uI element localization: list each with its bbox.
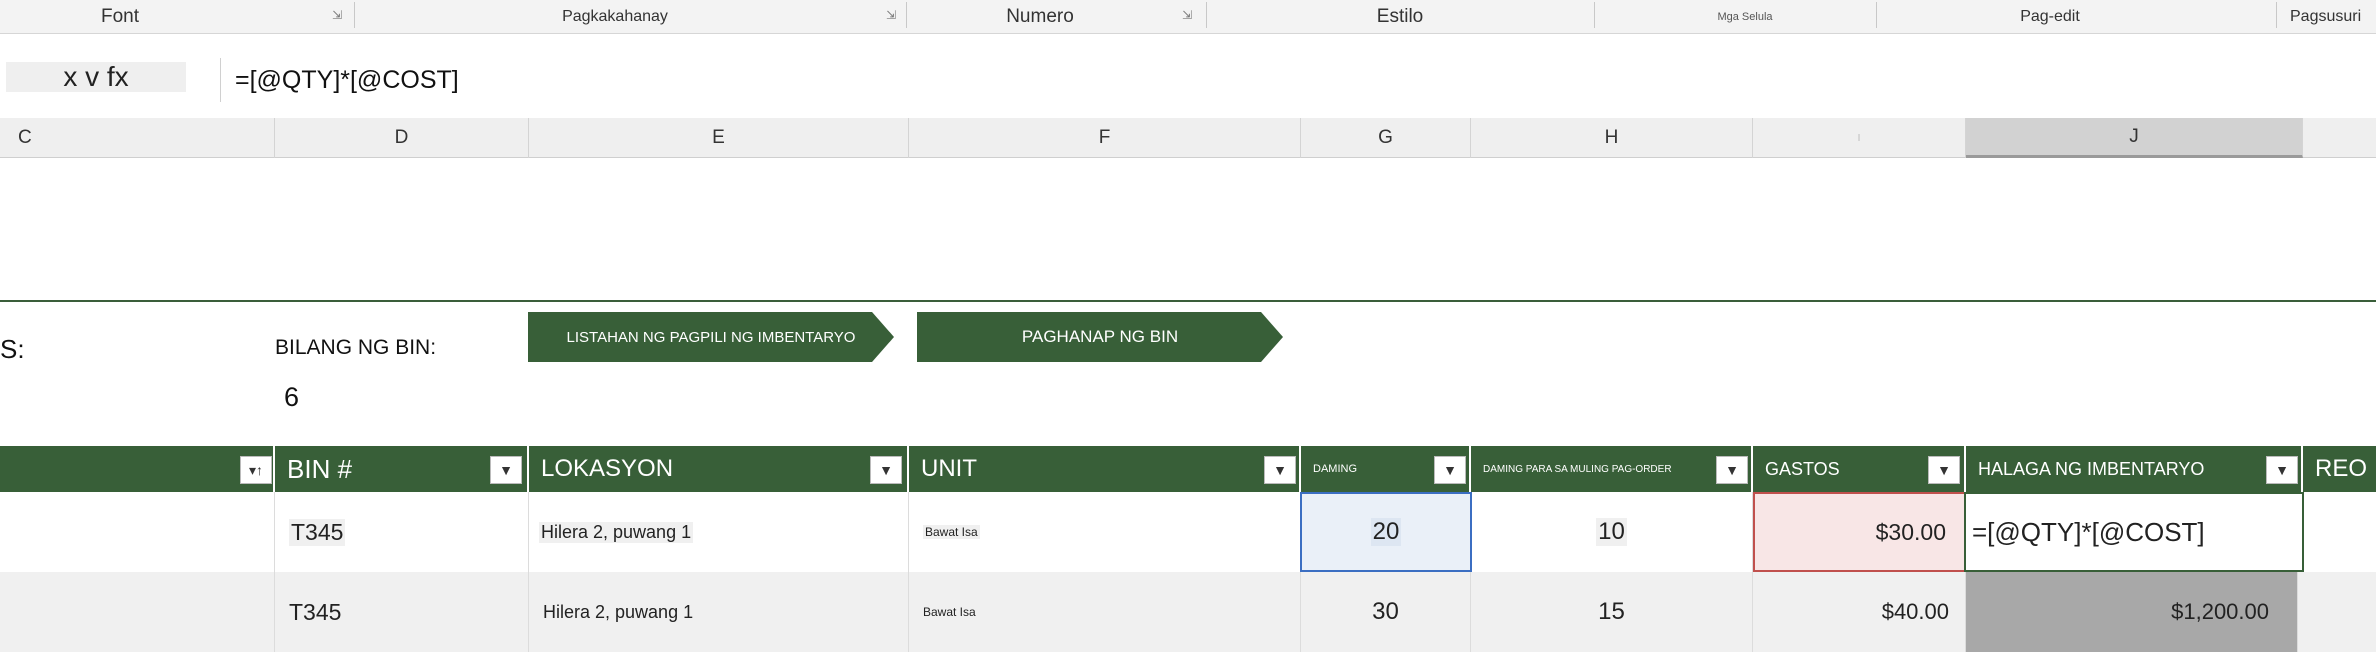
column-header-d[interactable]: D — [275, 118, 529, 158]
location-cell[interactable]: Hilera 2, puwang 1 — [529, 572, 909, 652]
unit-cell[interactable]: Bawat Isa — [909, 572, 1301, 652]
ribbon-separator — [354, 2, 355, 28]
unit-value: Bawat Isa — [923, 605, 976, 619]
location-value: Hilera 2, puwang 1 — [543, 601, 694, 622]
cost-cell-referenced[interactable]: $30.00 — [1753, 492, 1966, 572]
formula-input[interactable]: =[@QTY]*[@COST] — [220, 58, 2376, 102]
inventory-value-formula: =[@QTY]*[@COST] — [1972, 516, 2205, 547]
header-cell-c — [0, 446, 275, 492]
cost-cell[interactable]: $40.00 — [1753, 572, 1966, 652]
inventory-value: $1,200.00 — [2171, 599, 2269, 624]
bin-value: T345 — [289, 518, 346, 546]
row-cell-c[interactable] — [0, 492, 275, 572]
column-header-c[interactable]: C — [0, 118, 275, 158]
ribbon-separator — [906, 2, 907, 28]
column-header-g[interactable]: G — [1301, 118, 1471, 158]
filter-dropdown-value-icon[interactable]: ▼ — [2266, 456, 2298, 484]
header-cost-label: GASTOS — [1765, 458, 1840, 479]
ribbon-separator — [1206, 2, 1207, 28]
bin-count-label: BILANG NG BIN: — [275, 336, 437, 359]
qty-value: 30 — [1372, 598, 1399, 625]
reorder-cell[interactable]: 15 — [1471, 572, 1753, 652]
filter-dropdown-cost-icon[interactable]: ▼ — [1928, 456, 1960, 484]
header-unit-label: UNIT — [921, 455, 977, 482]
reorder-cell[interactable]: 10 — [1471, 492, 1753, 572]
column-header-row: C D E F G H I J — [0, 118, 2376, 158]
location-value: Hilera 2, puwang 1 — [539, 521, 694, 543]
header-inventory-value-label: HALAGA NG IMBENTARYO — [1978, 458, 2205, 479]
ribbon-group-font[interactable]: Font — [60, 0, 180, 34]
header-location-label: LOKASYON — [541, 455, 674, 482]
summary-label-truncated: S: — [0, 334, 25, 364]
reorder-value: 10 — [1596, 518, 1627, 546]
bin-value: T345 — [289, 598, 342, 625]
column-header-e[interactable]: E — [529, 118, 909, 158]
bin-cell[interactable]: T345 — [275, 492, 529, 572]
header-reorder-qty-label: DAMING PARA SA MULING PAG-ORDER — [1483, 463, 1672, 475]
ribbon-group-number[interactable]: Numero — [980, 0, 1100, 34]
bin-lookup-button[interactable]: PAGHANAP NG BIN — [917, 312, 1283, 362]
inventory-pick-list-button[interactable]: LISTAHAN NG PAGPILI NG IMBENTARYO — [528, 312, 894, 362]
sort-filter-icon[interactable]: ▾↑ — [240, 456, 272, 484]
column-header-i[interactable]: I — [1753, 118, 1966, 158]
header-qty-label: DAMING — [1313, 463, 1357, 475]
qty-value: 20 — [1370, 518, 1402, 546]
header-inventory-value: HALAGA NG IMBENTARYO — [1966, 446, 2303, 492]
filter-dropdown-reorder-icon[interactable]: ▼ — [1716, 456, 1748, 484]
alignment-dialog-launcher-icon[interactable]: ⇲ — [884, 8, 898, 22]
cost-value: $30.00 — [1873, 518, 1948, 546]
bin-count-value: 6 — [284, 382, 300, 412]
reorder-value: 15 — [1598, 598, 1625, 625]
column-header-f[interactable]: F — [909, 118, 1301, 158]
ribbon-group-alignment[interactable]: Pagkakahanay — [520, 0, 710, 34]
inventory-value-cell[interactable]: $1,200.00 — [1966, 572, 2298, 652]
reorder-cell-extra[interactable] — [2304, 492, 2376, 572]
qty-cell[interactable]: 30 — [1301, 572, 1471, 652]
column-header-h[interactable]: H — [1471, 118, 1753, 158]
qty-cell-selected[interactable]: 20 — [1300, 492, 1472, 572]
filter-dropdown-bin-icon[interactable]: ▼ — [490, 456, 522, 484]
location-cell[interactable]: Hilera 2, puwang 1 — [529, 492, 909, 572]
section-divider — [0, 300, 2376, 302]
unit-value: Bawat Isa — [923, 525, 980, 539]
table-header-row: ▾↑ BIN # ▼ LOKASYON ▼ UNIT ▼ DAMING ▼ DA… — [0, 446, 2376, 492]
ribbon-group-styles[interactable]: Estilo — [1340, 0, 1460, 34]
header-bin-label: BIN # — [287, 453, 353, 484]
inventory-value-cell-editing[interactable]: =[@QTY]*[@COST] — [1964, 492, 2304, 572]
unit-cell[interactable]: Bawat Isa — [909, 492, 1301, 572]
cost-value: $40.00 — [1881, 599, 1949, 624]
table-row: T345 Hilera 2, puwang 1 Bawat Isa 20 10 … — [0, 492, 2376, 572]
header-location: LOKASYON — [529, 446, 909, 492]
column-header-j[interactable]: J — [1966, 118, 2303, 158]
number-dialog-launcher-icon[interactable]: ⇲ — [1180, 8, 1194, 22]
header-reorder-qty: DAMING PARA SA MULING PAG-ORDER — [1471, 446, 1753, 492]
table-row: T345 Hilera 2, puwang 1 Bawat Isa 30 15 … — [0, 572, 2376, 652]
header-unit: UNIT — [909, 446, 1301, 492]
ribbon-separator — [1876, 2, 1877, 28]
header-reorder: REO — [2303, 446, 2376, 492]
bin-cell[interactable]: T345 — [275, 572, 529, 652]
ribbon-separator — [2276, 2, 2277, 28]
ribbon-separator — [1594, 2, 1595, 28]
ribbon-group-cells[interactable]: Mga Selula — [1700, 0, 1790, 34]
ribbon-group-review[interactable]: Pagsusuri — [2290, 0, 2376, 34]
filter-dropdown-qty-icon[interactable]: ▼ — [1434, 456, 1466, 484]
filter-dropdown-location-icon[interactable]: ▼ — [870, 456, 902, 484]
name-box[interactable]: x v fx — [6, 61, 186, 92]
reorder-cell-extra[interactable] — [2304, 572, 2376, 652]
font-dialog-launcher-icon[interactable]: ⇲ — [330, 8, 344, 22]
ribbon-group-editing[interactable]: Pag-edit — [1980, 0, 2120, 34]
filter-dropdown-unit-icon[interactable]: ▼ — [1264, 456, 1296, 484]
ribbon-group-bar: Font ⇲ Pagkakahanay ⇲ Numero ⇲ Estilo Mg… — [0, 0, 2376, 34]
header-reorder-label: REO — [2315, 455, 2368, 482]
row-cell-c[interactable] — [0, 572, 275, 652]
